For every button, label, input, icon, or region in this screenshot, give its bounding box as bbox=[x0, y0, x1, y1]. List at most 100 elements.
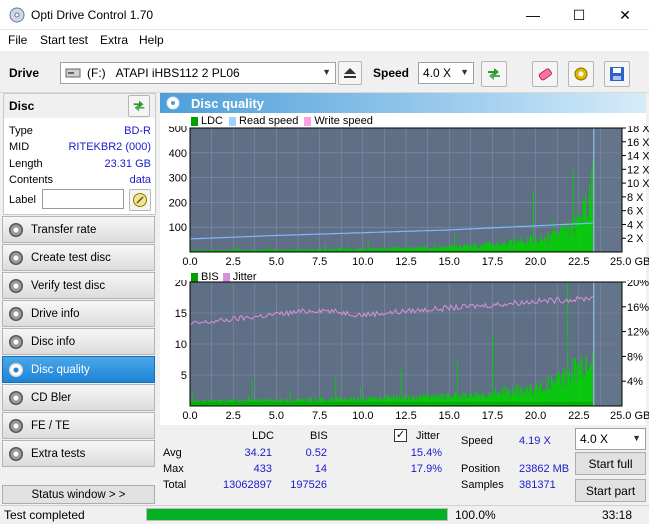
unused-area bbox=[594, 128, 622, 252]
refresh-speed-button[interactable] bbox=[481, 61, 507, 87]
bis-chart: 0.0 2.5 5.0 7.5 10.0 12.5 15.0 17.5 20.0 22.5 25.0… bbox=[175, 280, 649, 422]
drive-letter: (F:) bbox=[87, 66, 106, 80]
test-speed-value: 4.0 X bbox=[580, 432, 609, 446]
disc-icon bbox=[9, 250, 23, 265]
disc-header: Disc bbox=[9, 99, 35, 113]
eject-button[interactable] bbox=[338, 61, 362, 85]
y-right-tick-label: 12 X bbox=[627, 164, 649, 176]
erase-button[interactable] bbox=[532, 61, 558, 87]
disc-length-value: 23.31 GB bbox=[104, 158, 151, 170]
progress-bar bbox=[146, 508, 448, 521]
jitter-checkbox[interactable]: ✓ bbox=[394, 429, 407, 442]
y-right-tick-label: 6 X bbox=[627, 206, 644, 218]
minimize-button[interactable]: — bbox=[510, 0, 556, 30]
nav-label: Transfer rate bbox=[31, 223, 97, 236]
x-tick-label: 7.5 bbox=[312, 410, 327, 422]
nav-transfer-rate[interactable]: Transfer rate bbox=[2, 216, 155, 243]
x-tick-label: 22.5 bbox=[568, 410, 589, 422]
disc-label-button[interactable] bbox=[129, 189, 151, 211]
elapsed-time: 33:18 bbox=[602, 508, 633, 522]
x-tick-label: 15.0 bbox=[438, 256, 459, 268]
status-window-button[interactable]: Status window > > bbox=[2, 485, 155, 504]
minimize-icon: — bbox=[526, 7, 540, 23]
main-title: Disc quality bbox=[191, 96, 264, 111]
samples-value: 381371 bbox=[519, 479, 556, 491]
x-tick-label: 5.0 bbox=[269, 410, 284, 422]
y-right-tick-label: 4 X bbox=[627, 219, 644, 231]
menu-help[interactable]: Help bbox=[139, 33, 164, 47]
gear-icon bbox=[574, 67, 588, 81]
maximize-button[interactable]: ☐ bbox=[556, 0, 602, 30]
nav-disc-info[interactable]: Disc info bbox=[2, 328, 155, 355]
disc-icon bbox=[9, 306, 23, 321]
chevron-down-icon: ▼ bbox=[460, 67, 469, 77]
nav-create-test-disc[interactable]: Create test disc bbox=[2, 244, 155, 271]
y-left-tick-label: 20 bbox=[175, 280, 187, 289]
disc-label-input[interactable] bbox=[42, 189, 124, 209]
max-label: Max bbox=[163, 463, 184, 475]
nav-cd-bler[interactable]: CD Bler bbox=[2, 384, 155, 411]
base-fill bbox=[190, 401, 593, 406]
nav-label: Create test disc bbox=[31, 251, 111, 264]
y-right-tick-label: 10 X bbox=[627, 178, 649, 190]
nav-verify-test-disc[interactable]: Verify test disc bbox=[2, 272, 155, 299]
nav-label: Disc quality bbox=[31, 363, 90, 376]
x-tick-label: 20.0 bbox=[525, 256, 546, 268]
menu-file[interactable]: File bbox=[8, 33, 27, 47]
total-bis: 197526 bbox=[290, 479, 327, 491]
x-tick-label: 17.5 bbox=[482, 256, 503, 268]
speed-select[interactable]: 4.0 X ▼ bbox=[418, 62, 474, 84]
nav-drive-info[interactable]: Drive info bbox=[2, 300, 155, 327]
y-left-tick-label: 5 bbox=[181, 370, 187, 382]
position-value: 23862 MB bbox=[519, 463, 570, 475]
x-tick-label: 10.0 bbox=[352, 410, 373, 422]
ldc-swatch bbox=[191, 116, 198, 126]
close-button[interactable]: ✕ bbox=[602, 0, 648, 30]
disc-contents-key: Contents bbox=[9, 174, 54, 186]
y-left-tick-label: 100 bbox=[169, 222, 187, 234]
nav-disc-quality[interactable]: Disc quality bbox=[2, 356, 155, 383]
disc-icon bbox=[9, 222, 23, 237]
settings-button[interactable] bbox=[568, 61, 594, 87]
drive-select[interactable]: (F:) ATAPI iHBS112 2 PL06 ▼ bbox=[60, 62, 336, 84]
progress-fill bbox=[147, 509, 447, 520]
x-tick-label: 12.5 bbox=[395, 410, 416, 422]
total-ldc: 13062897 bbox=[223, 479, 272, 491]
max-ldc: 433 bbox=[253, 463, 272, 475]
save-button[interactable] bbox=[604, 61, 630, 87]
y-right-tick-label: 20% bbox=[627, 280, 649, 289]
menu-extra[interactable]: Extra bbox=[100, 33, 128, 47]
x-tick-label: 15.0 bbox=[438, 410, 459, 422]
col-bis-header: BIS bbox=[310, 430, 328, 442]
disc-mid-value: RITEKBR2 (000) bbox=[68, 141, 151, 153]
app-disc-icon bbox=[9, 7, 25, 23]
floppy-icon bbox=[610, 67, 624, 81]
avg-jitter: 15.4% bbox=[410, 447, 442, 459]
start-part-button[interactable]: Start part bbox=[575, 479, 646, 502]
x-tick-label: 10.0 bbox=[352, 256, 373, 268]
jitter-checkbox-label: Jitter bbox=[416, 430, 440, 442]
disc-icon bbox=[9, 418, 23, 433]
x-tick-label: 25.0 GB bbox=[610, 256, 649, 268]
nav-extra-tests[interactable]: Extra tests bbox=[2, 440, 155, 467]
disc-label-key: Label bbox=[9, 194, 36, 206]
drive-icon bbox=[65, 68, 81, 78]
y-right-tick-label: 8% bbox=[627, 351, 643, 363]
start-full-button[interactable]: Start full bbox=[575, 452, 646, 475]
x-tick-label: 5.0 bbox=[269, 256, 284, 268]
y-left-tick-label: 10 bbox=[175, 339, 187, 351]
x-tick-label: 12.5 bbox=[395, 256, 416, 268]
nav-fe-te[interactable]: FE / TE bbox=[2, 412, 155, 439]
maximize-icon: ☐ bbox=[572, 6, 586, 23]
test-speed-select[interactable]: 4.0 X ▼ bbox=[575, 428, 646, 450]
y-right-tick-label: 16 X bbox=[627, 137, 649, 149]
menu-start-test[interactable]: Start test bbox=[40, 33, 88, 47]
total-label: Total bbox=[163, 479, 187, 491]
x-tick-label: 25.0 GB bbox=[610, 410, 649, 422]
x-tick-label: 22.5 bbox=[568, 256, 589, 268]
y-right-tick-label: 12% bbox=[627, 327, 649, 339]
disc-icon bbox=[9, 446, 23, 461]
chevron-down-icon: ▼ bbox=[632, 433, 641, 443]
disc-refresh-button[interactable] bbox=[128, 95, 150, 117]
x-tick-label: 2.5 bbox=[226, 256, 241, 268]
